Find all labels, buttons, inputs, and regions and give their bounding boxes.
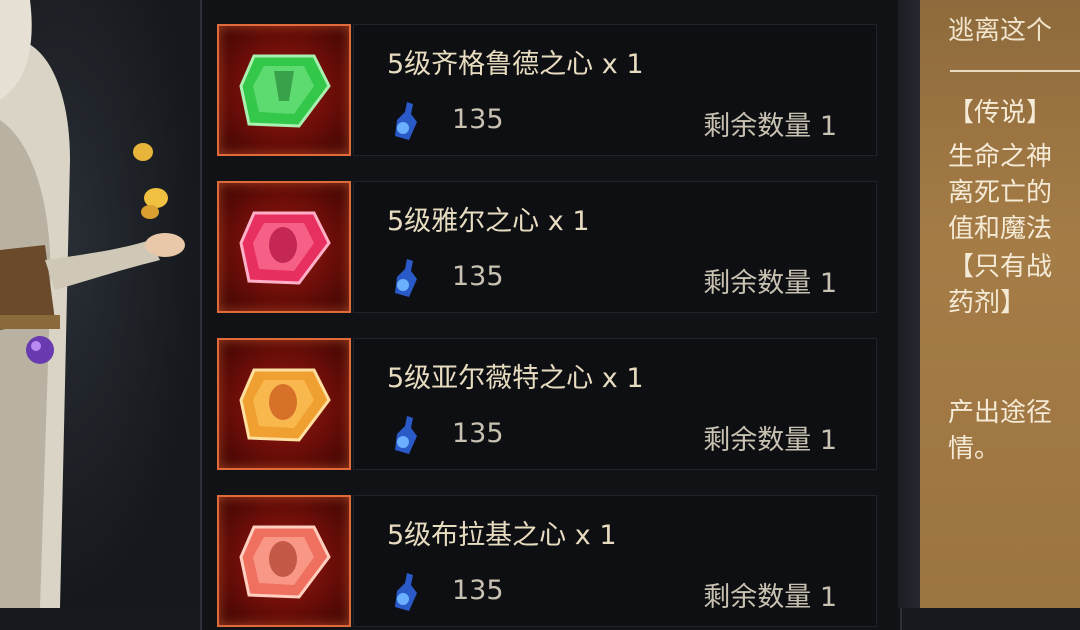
description-line: 生命之神 bbox=[948, 142, 1053, 172]
item-description-panel: 逃离这个 【传说】 生命之神 离死亡的 值和魔法 【只有战 药剂】 产出途径 情… bbox=[920, 0, 1080, 608]
shop-item-row[interactable]: 5级布拉基之心 x 1 135 剩余数量 1 bbox=[217, 495, 877, 627]
item-name: 5级齐格鲁德之心 x 1 bbox=[387, 49, 644, 80]
potion-bottle-icon bbox=[395, 416, 417, 454]
item-icon-frame[interactable] bbox=[217, 181, 351, 313]
item-stock: 剩余数量 1 bbox=[703, 268, 837, 299]
item-name: 5级雅尔之心 x 1 bbox=[387, 206, 590, 237]
item-price: 135 bbox=[452, 575, 504, 606]
description-line: 药剂】 bbox=[948, 288, 1027, 318]
coral-gem-icon bbox=[239, 525, 331, 599]
description-top-line: 逃离这个 bbox=[948, 16, 1053, 46]
item-icon-frame[interactable] bbox=[217, 338, 351, 470]
item-stock: 剩余数量 1 bbox=[703, 425, 837, 456]
merchant-figure-icon bbox=[0, 0, 185, 608]
description-divider bbox=[950, 70, 1080, 72]
description-line: 【只有战 bbox=[948, 252, 1053, 282]
npc-merchant-portrait bbox=[0, 0, 200, 608]
shop-item-row[interactable]: 5级雅尔之心 x 1 135 剩余数量 1 bbox=[217, 181, 877, 313]
item-name: 5级布拉基之心 x 1 bbox=[387, 520, 617, 551]
shop-item-row[interactable]: 5级齐格鲁德之心 x 1 135 剩余数量 1 bbox=[217, 24, 877, 156]
item-price: 135 bbox=[452, 261, 504, 292]
potion-bottle-icon bbox=[395, 102, 417, 140]
item-stock: 剩余数量 1 bbox=[703, 582, 837, 613]
source-detail: 情。 bbox=[948, 434, 1001, 464]
source-label: 产出途径 bbox=[948, 398, 1053, 428]
item-price: 135 bbox=[452, 104, 504, 135]
list-scrollbar[interactable] bbox=[898, 0, 920, 608]
green-gem-icon bbox=[239, 54, 331, 128]
item-icon-frame[interactable] bbox=[217, 495, 351, 627]
item-stock: 剩余数量 1 bbox=[703, 111, 837, 142]
shop-item-row[interactable]: 5级亚尔薇特之心 x 1 135 剩余数量 1 bbox=[217, 338, 877, 470]
potion-bottle-icon bbox=[395, 573, 417, 611]
orange-gem-icon bbox=[239, 368, 331, 442]
description-line: 值和魔法 bbox=[948, 214, 1053, 244]
potion-bottle-icon bbox=[395, 259, 417, 297]
description-line: 离死亡的 bbox=[948, 178, 1053, 208]
item-icon-frame[interactable] bbox=[217, 24, 351, 156]
pink-gem-icon bbox=[239, 211, 331, 285]
item-price: 135 bbox=[452, 418, 504, 449]
description-line: 【传说】 bbox=[948, 98, 1053, 128]
item-name: 5级亚尔薇特之心 x 1 bbox=[387, 363, 644, 394]
